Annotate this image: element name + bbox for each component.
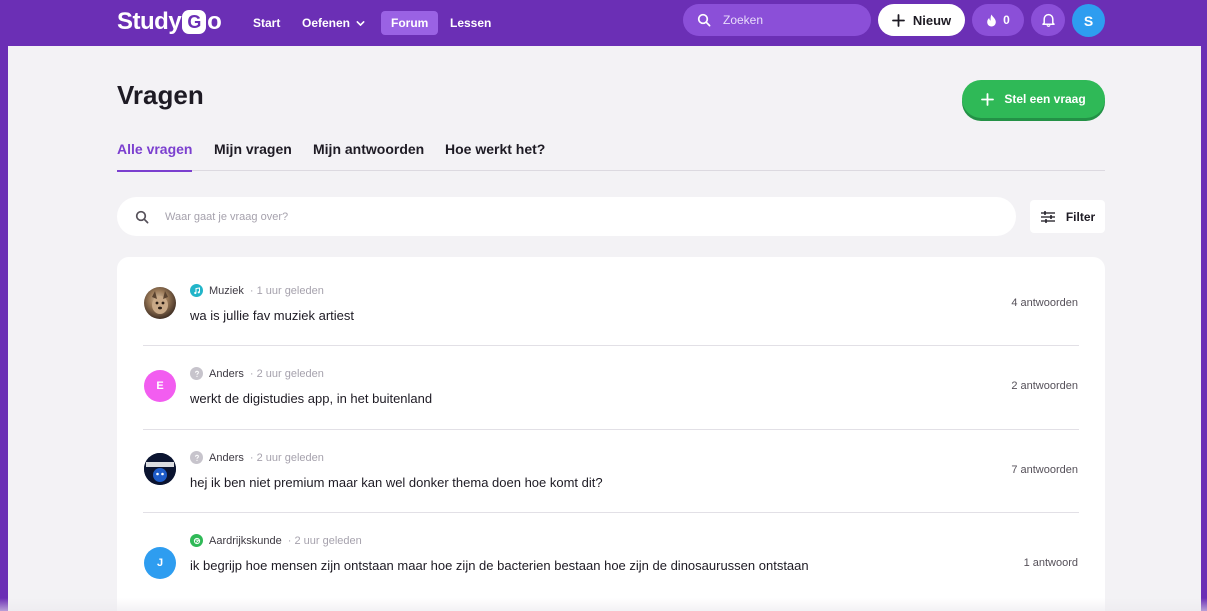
question-text[interactable]: hej ik ben niet premium maar kan wel don… — [190, 474, 810, 492]
tab-mijn-antwoorden[interactable]: Mijn antwoorden — [313, 141, 424, 171]
filter-label: Filter — [1065, 209, 1096, 224]
question-text[interactable]: wa is jullie fav muziek artiest — [190, 307, 810, 325]
top-navbar: Study Go Start Oefenen Forum Lessen Zoeke… — [0, 0, 1207, 46]
search-icon — [135, 210, 149, 223]
globe-icon — [190, 534, 203, 547]
nav-forum[interactable]: Forum — [381, 11, 439, 35]
nav-lessen[interactable]: Lessen — [440, 11, 501, 35]
nav-oefenen-label: Oefenen — [302, 16, 351, 30]
bell-icon — [1041, 13, 1055, 27]
answer-count: 4 antwoorden — [1011, 297, 1078, 309]
question-text[interactable]: werkt de digistudies app, in het buitenl… — [190, 390, 810, 408]
question-item[interactable]: E Anders · 2 uur geleden werkt de digist… — [117, 346, 1105, 429]
nav-start[interactable]: Start — [243, 11, 290, 35]
user-avatar[interactable]: S — [1072, 4, 1105, 37]
global-search-placeholder: Zoeken — [723, 13, 764, 27]
nav-forum-label: Forum — [391, 16, 429, 30]
avatar — [144, 453, 176, 485]
question-meta: Muziek · 1 uur geleden — [190, 284, 324, 297]
global-search-input[interactable]: Zoeken — [683, 4, 871, 36]
avatar: J — [144, 547, 176, 579]
question-meta: Anders · 2 uur geleden — [190, 451, 324, 464]
avatar-initial: J — [156, 557, 164, 569]
question-subject[interactable]: Muziek — [209, 285, 244, 297]
question-item[interactable]: J Aardrijkskunde · 2 uur geleden ik begr… — [117, 513, 1105, 611]
tab-mijn-vragen[interactable]: Mijn vragen — [214, 141, 292, 171]
question-time: · 2 uur geleden — [249, 451, 324, 464]
question-meta: Anders · 2 uur geleden — [190, 367, 324, 380]
ask-question-button[interactable]: Stel een vraag — [962, 80, 1105, 118]
frame-left — [0, 0, 8, 611]
question-item[interactable]: Muziek · 1 uur geleden wa is jullie fav … — [117, 257, 1105, 345]
question-time: · 1 uur geleden — [249, 284, 324, 297]
tab-hoe-werkt-het[interactable]: Hoe werkt het? — [445, 141, 545, 171]
nav-lessen-label: Lessen — [450, 16, 492, 30]
question-mark-icon — [190, 451, 203, 464]
new-button-label: Nieuw — [912, 12, 952, 28]
question-time: · 2 uur geleden — [287, 534, 362, 547]
streak-count: 0 — [1003, 13, 1010, 27]
question-search-input[interactable]: Waar gaat je vraag over? — [117, 197, 1016, 236]
question-time: · 2 uur geleden — [249, 367, 324, 380]
filter-button[interactable]: Filter — [1030, 200, 1105, 233]
avatar-initial: E — [156, 380, 164, 392]
nav-start-label: Start — [253, 16, 281, 30]
answer-count: 2 antwoorden — [1011, 380, 1078, 392]
nav-oefenen[interactable]: Oefenen — [292, 11, 375, 35]
page-title: Vragen — [117, 80, 204, 110]
question-subject[interactable]: Anders — [209, 368, 244, 380]
plus-icon — [891, 13, 905, 27]
ask-question-label: Stel een vraag — [1004, 92, 1086, 106]
question-item[interactable]: Anders · 2 uur geleden hej ik ben niet p… — [117, 430, 1105, 512]
notifications-button[interactable] — [1031, 4, 1065, 36]
logo-g-mark: G — [182, 10, 207, 34]
dog-photo-icon — [152, 291, 168, 314]
streak-button[interactable]: 0 — [972, 4, 1024, 36]
chevron-down-icon — [356, 20, 365, 26]
flame-icon — [987, 14, 996, 26]
new-button[interactable]: Nieuw — [878, 4, 965, 36]
answer-count: 7 antwoorden — [1011, 464, 1078, 476]
answer-count: 1 antwoord — [1023, 557, 1078, 569]
question-text[interactable]: ik begrijp hoe mensen zijn ontstaan maar… — [190, 557, 810, 575]
search-icon — [697, 13, 711, 27]
avatar — [144, 287, 176, 319]
logo-text-study: Study — [117, 8, 182, 35]
frame-right — [1201, 0, 1207, 611]
question-mark-icon — [190, 367, 203, 380]
question-list: Muziek · 1 uur geleden wa is jullie fav … — [117, 257, 1105, 611]
tab-alle-vragen[interactable]: Alle vragen — [117, 141, 193, 172]
question-subject[interactable]: Anders — [209, 452, 244, 464]
user-avatar-initial: S — [1083, 12, 1094, 29]
studygo-logo[interactable]: Study Go — [117, 7, 222, 37]
music-note-icon — [190, 284, 203, 297]
logo-text-o: o — [207, 8, 222, 35]
meme-photo-icon — [144, 453, 176, 485]
question-subject[interactable]: Aardrijkskunde — [209, 535, 282, 547]
question-tabs: Alle vragen Mijn vragen Mijn antwoorden … — [117, 138, 1105, 172]
sliders-icon — [1040, 210, 1055, 223]
question-search-placeholder: Waar gaat je vraag over? — [165, 210, 289, 223]
plus-icon — [981, 92, 995, 106]
avatar: E — [144, 370, 176, 402]
question-meta: Aardrijkskunde · 2 uur geleden — [190, 534, 362, 547]
